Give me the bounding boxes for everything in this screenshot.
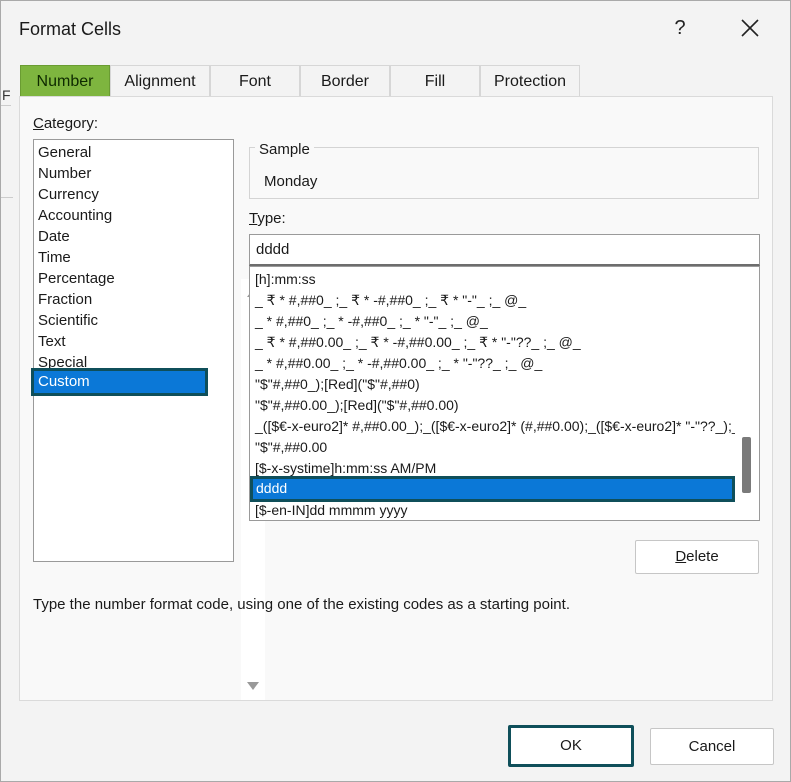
tab-alignment[interactable]: Alignment [110, 65, 210, 96]
ok-button[interactable]: OK [508, 725, 634, 767]
type-label: Type: [249, 210, 286, 227]
category-item-fraction[interactable]: Fraction [38, 289, 92, 310]
tab-fill[interactable]: Fill [390, 65, 480, 96]
title-bar: Format Cells ? [1, 1, 790, 59]
format-code-item[interactable]: _ ₹ * #,##0_ ;_ ₹ * -#,##0_ ;_ ₹ * "-"_ … [255, 290, 526, 311]
category-item-date[interactable]: Date [38, 226, 70, 247]
sample-value: Monday [264, 173, 318, 190]
category-item-time[interactable]: Time [38, 247, 71, 268]
sample-group [249, 147, 759, 199]
background-line [1, 105, 11, 106]
category-item-scientific[interactable]: Scientific [38, 310, 98, 331]
format-code-item[interactable]: "$"#,##0_);[Red]("$"#,##0) [255, 374, 420, 395]
scrollbar-thumb[interactable] [742, 437, 751, 493]
category-item-custom[interactable]: Custom [31, 368, 208, 396]
close-icon [741, 19, 759, 37]
format-code-item[interactable]: [h]:mm:ss [255, 269, 316, 290]
tab-protection[interactable]: Protection [480, 65, 580, 96]
format-list-scrollbar[interactable] [735, 267, 759, 520]
scroll-down-arrow-icon[interactable] [247, 682, 259, 690]
tab-number[interactable]: Number [20, 65, 110, 97]
sample-label: Sample [255, 141, 314, 158]
cancel-button[interactable]: Cancel [650, 728, 774, 765]
format-code-item[interactable]: _ * #,##0.00_ ;_ * -#,##0.00_ ;_ * "-"??… [255, 353, 542, 374]
format-code-item[interactable]: "$"#,##0.00 [255, 437, 327, 458]
category-item-number[interactable]: Number [38, 163, 91, 184]
background-fragment: F [2, 87, 11, 103]
dialog-title: Format Cells [19, 19, 122, 39]
format-code-item[interactable]: _ * #,##0_ ;_ * -#,##0_ ;_ * "-"_ ;_ @_ [255, 311, 488, 332]
format-code-item-selected[interactable]: dddd [250, 476, 735, 502]
category-item-percentage[interactable]: Percentage [38, 268, 115, 289]
format-code-item[interactable]: "$"#,##0.00_);[Red]("$"#,##0.00) [255, 395, 459, 416]
tab-border[interactable]: Border [300, 65, 390, 96]
help-icon: ? [674, 17, 686, 39]
category-list[interactable]: General Number Currency Accounting Date … [33, 139, 265, 700]
help-button[interactable]: ? [665, 13, 695, 43]
format-code-item[interactable]: _ ₹ * #,##0.00_ ;_ ₹ * -#,##0.00_ ;_ ₹ *… [255, 332, 581, 353]
format-code-list[interactable]: [h]:mm:ss _ ₹ * #,##0_ ;_ ₹ * -#,##0_ ;_… [249, 266, 760, 521]
type-input[interactable] [249, 234, 760, 266]
format-code-item[interactable]: [$-en-IN]dd mmmm yyyy [255, 500, 407, 520]
category-item-general[interactable]: General [38, 142, 91, 163]
format-code-item[interactable]: _([$€-x-euro2]* #,##0.00_);_([$€-x-euro2… [255, 416, 759, 437]
hint-text: Type the number format code, using one o… [33, 596, 570, 613]
tab-font[interactable]: Font [210, 65, 300, 96]
format-cells-dialog: F Format Cells ? Number Alignment Font B… [0, 0, 791, 782]
category-item-accounting[interactable]: Accounting [38, 205, 112, 226]
close-button[interactable] [735, 13, 765, 43]
category-item-text[interactable]: Text [38, 331, 66, 352]
category-label: Category: [33, 115, 99, 132]
delete-button[interactable]: Delete [635, 540, 759, 574]
category-item-currency[interactable]: Currency [38, 184, 99, 205]
background-line [1, 197, 13, 198]
